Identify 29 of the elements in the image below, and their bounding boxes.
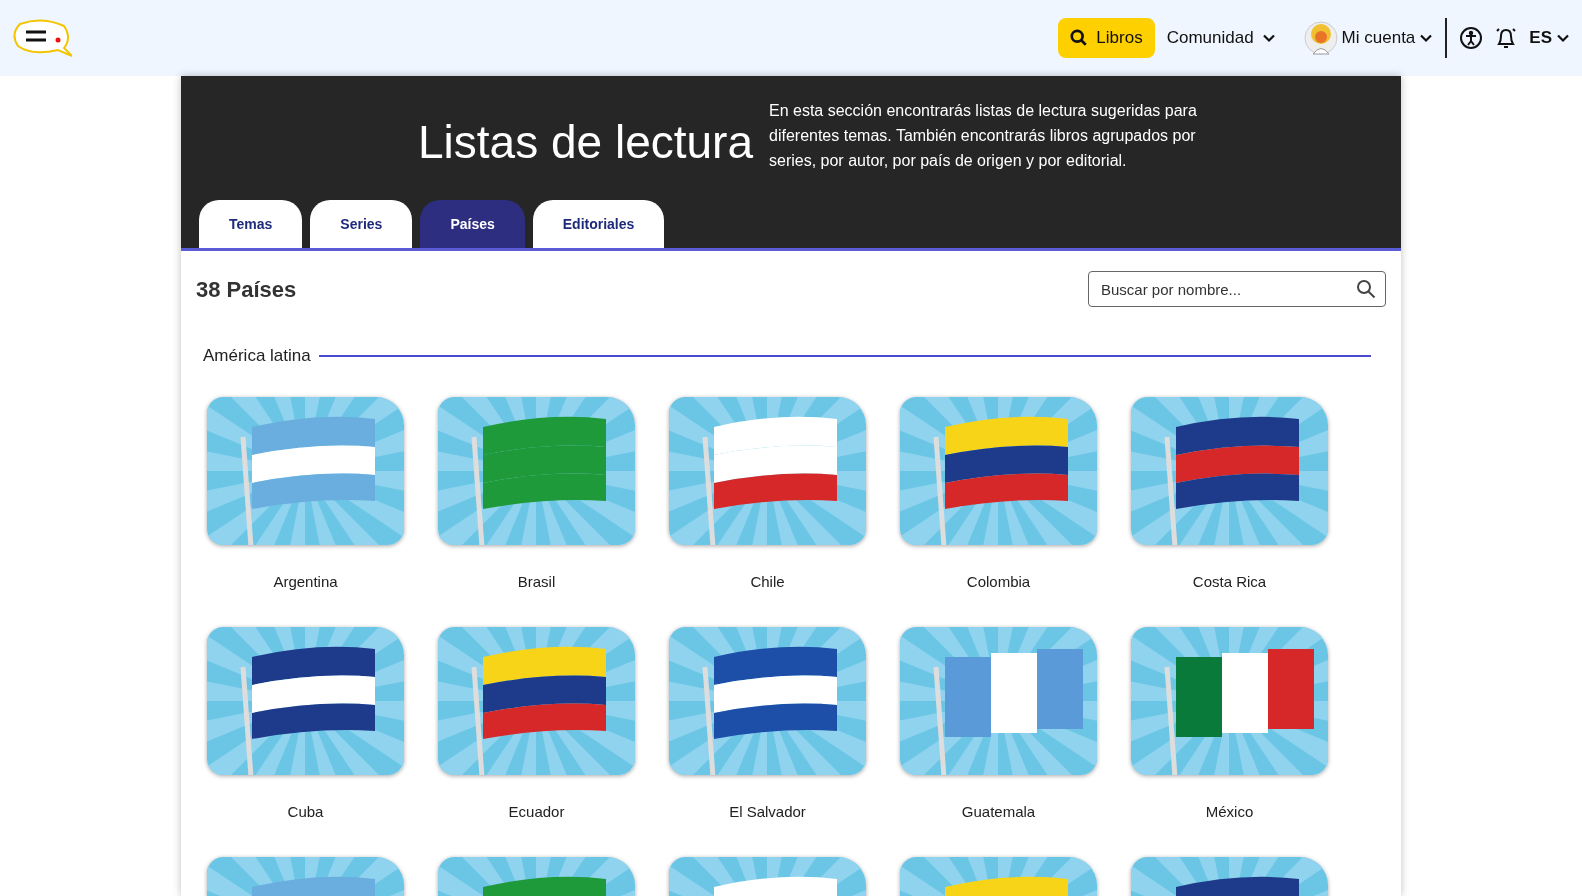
tab[interactable]: Temas <box>199 200 303 248</box>
country-name[interactable]: Brasil <box>517 570 556 593</box>
country-name[interactable]: México <box>1205 800 1254 823</box>
search-icon <box>1070 29 1089 47</box>
country-name[interactable]: Argentina <box>273 570 338 593</box>
search-field[interactable]: Buscar por nombre... <box>1088 271 1386 307</box>
country-name[interactable]: Chile <box>750 570 785 593</box>
bell-icon[interactable] <box>1495 26 1518 50</box>
section-title: América latina <box>203 345 311 367</box>
books-button[interactable]: Libros <box>1058 18 1155 58</box>
accessibility-icon[interactable] <box>1459 26 1484 50</box>
tab[interactable]: Series <box>310 200 413 248</box>
account-menu[interactable]: Mi cuenta <box>1303 21 1434 55</box>
logo-icon[interactable] <box>12 18 72 58</box>
country-name[interactable]: Costa Rica <box>1192 570 1267 593</box>
result-count: 38 Países <box>196 275 297 304</box>
community-menu[interactable]: Comunidad <box>1166 25 1276 51</box>
country-name[interactable]: Ecuador <box>508 800 565 823</box>
country-name[interactable]: Guatemala <box>961 800 1036 823</box>
country-name[interactable]: El Salvador <box>729 800 806 823</box>
country-name[interactable]: Colombia <box>966 570 1031 593</box>
tab[interactable]: Países <box>420 200 525 248</box>
tab[interactable]: Editoriales <box>532 200 665 248</box>
page-description: En esta sección encontrarás listas de lectura sugeridas para diferentes temas. También encontrarás libros agrupados por series, por autor, por país de origen y por editorial. <box>768 101 1198 171</box>
page-title: Listas de lectura <box>418 114 753 170</box>
avatar-icon <box>1303 21 1338 55</box>
search-icon[interactable] <box>1356 279 1376 299</box>
country-name[interactable]: Cuba <box>287 800 324 823</box>
language-selector[interactable]: ES <box>1529 25 1570 51</box>
